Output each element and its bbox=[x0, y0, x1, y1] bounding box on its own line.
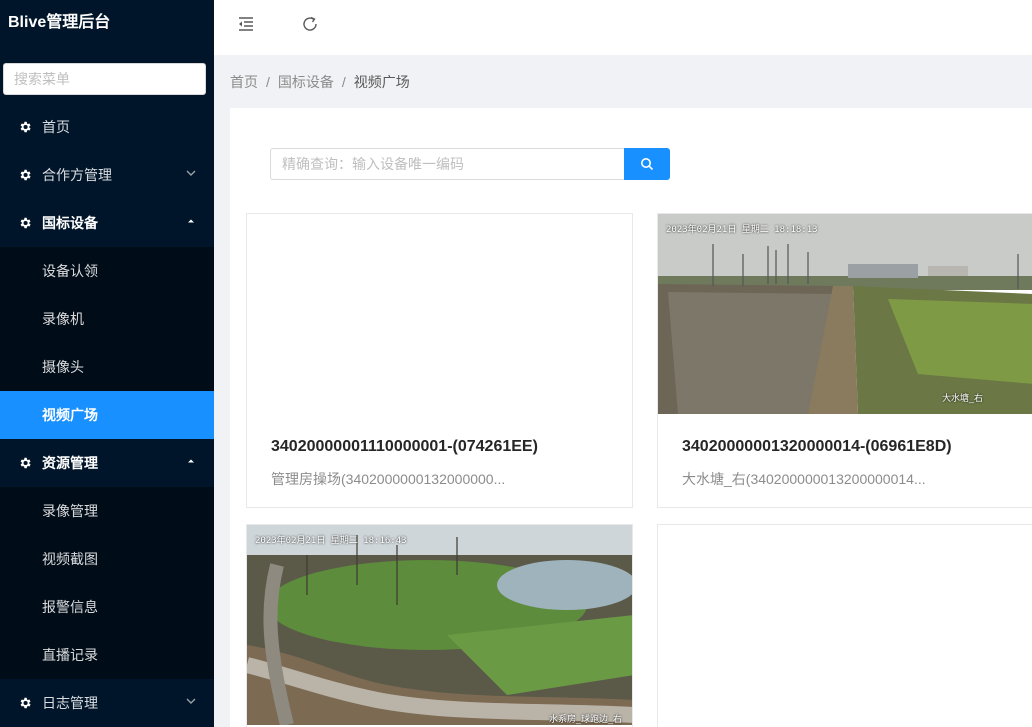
card-description: 大水塘_右(340200000013200000014... bbox=[682, 471, 926, 487]
video-thumbnail: 2023年02月21日 星期二 18:16:43 水系房_球跑边_右 bbox=[247, 525, 632, 725]
sidebar-item-label: 国标设备 bbox=[42, 215, 98, 231]
menu-search-input[interactable]: 搜索菜单 bbox=[3, 63, 206, 95]
sidebar-item-gb-device[interactable]: 国标设备 bbox=[0, 199, 214, 247]
chevron-up-icon bbox=[188, 219, 194, 223]
card-title: 34020000001110000001-(074261EE) bbox=[271, 438, 538, 455]
breadcrumb-separator: / bbox=[341, 74, 346, 90]
video-timestamp: 2023年02月21日 星期二 18:16:43 bbox=[255, 536, 407, 546]
gear-icon bbox=[20, 697, 31, 709]
search-icon bbox=[641, 158, 654, 171]
chevron-down-icon bbox=[186, 698, 196, 704]
submenu-resources: 录像管理 视频截图 报警信息 直播记录 bbox=[0, 487, 214, 679]
sidebar-item-partner[interactable]: 合作方管理 bbox=[0, 151, 214, 199]
sidebar-item-resources[interactable]: 资源管理 bbox=[0, 439, 214, 487]
sidebar-item-live-records[interactable]: 直播记录 bbox=[0, 631, 214, 679]
sidebar-item-label: 合作方管理 bbox=[42, 167, 112, 183]
video-timestamp: 2023年02月21日 星期二 18:18:13 bbox=[666, 225, 818, 235]
breadcrumb-current: 视频广场 bbox=[353, 74, 410, 90]
video-thumbnail-empty bbox=[658, 525, 1032, 725]
device-code-search-input[interactable]: 精确查询：输入设备唯一编码 bbox=[270, 148, 625, 180]
sidebar-item-screenshots[interactable]: 视频截图 bbox=[0, 535, 214, 583]
gear-icon bbox=[20, 457, 31, 469]
card-title: 34020000001320000014-(06961E8D) bbox=[682, 438, 952, 455]
chevron-down-icon bbox=[186, 170, 196, 176]
sidebar-item-label: 日志管理 bbox=[42, 695, 98, 711]
sidebar-item-recorder[interactable]: 录像机 bbox=[0, 295, 214, 343]
gear-icon bbox=[20, 169, 31, 181]
search-button[interactable] bbox=[624, 148, 670, 180]
submenu-gb-device: 设备认领 录像机 摄像头 视频广场 bbox=[0, 247, 214, 439]
menu-fold-icon[interactable] bbox=[237, 15, 255, 33]
sidebar-item-device-claim[interactable]: 设备认领 bbox=[0, 247, 214, 295]
video-card[interactable]: 34020000001110000001-(074261EE) 管理房操场(34… bbox=[246, 213, 633, 508]
refresh-icon[interactable] bbox=[301, 15, 319, 33]
sidebar-item-label: 首页 bbox=[42, 119, 70, 135]
gear-icon bbox=[20, 121, 31, 133]
video-card[interactable]: 2023年02月21日 星期二 18:16:43 水系房_球跑边_右 bbox=[246, 524, 633, 727]
breadcrumb-gb-device[interactable]: 国标设备 bbox=[278, 72, 334, 92]
sidebar-item-home[interactable]: 首页 bbox=[0, 103, 214, 151]
sidebar-item-recordings[interactable]: 录像管理 bbox=[0, 487, 214, 535]
camera-label: 大水塘_右 bbox=[941, 393, 983, 403]
sidebar-item-camera[interactable]: 摄像头 bbox=[0, 343, 214, 391]
top-header bbox=[214, 0, 1032, 55]
sidebar-item-alarms[interactable]: 报警信息 bbox=[0, 583, 214, 631]
video-thumbnail: 2023年02月21日 星期二 18:18:13 大水塘_右 bbox=[658, 214, 1032, 414]
sidebar-menu: 首页 合作方管理 国标设备 设备认领 录像机 摄像头 视频广场 资源管理 录像管… bbox=[0, 103, 214, 727]
breadcrumb-home[interactable]: 首页 bbox=[230, 72, 258, 92]
gear-icon bbox=[20, 217, 31, 229]
breadcrumb: 首页 / 国标设备 / 视频广场 bbox=[230, 72, 410, 92]
main-content: 精确查询：输入设备唯一编码 34020000001110000001-(0742… bbox=[230, 108, 1032, 727]
video-thumbnail-empty bbox=[247, 214, 632, 414]
chevron-up-icon bbox=[188, 459, 194, 463]
sidebar: Blive管理后台 搜索菜单 首页 合作方管理 国标设备 设备认领 录像机 摄像… bbox=[0, 0, 214, 727]
camera-snapshot-image bbox=[247, 525, 632, 725]
video-card[interactable] bbox=[657, 524, 1032, 727]
app-title: Blive管理后台 bbox=[8, 14, 111, 31]
sidebar-item-video-square[interactable]: 视频广场 bbox=[0, 391, 214, 439]
sidebar-item-label: 资源管理 bbox=[42, 455, 98, 471]
card-description: 管理房操场(3402000000132000000... bbox=[271, 471, 506, 487]
breadcrumb-separator: / bbox=[266, 74, 270, 90]
video-card[interactable]: 2023年02月21日 星期二 18:18:13 大水塘_右 340200000… bbox=[657, 213, 1032, 508]
camera-snapshot-image bbox=[658, 214, 1032, 414]
sidebar-item-logs[interactable]: 日志管理 bbox=[0, 679, 214, 727]
camera-label: 水系房_球跑边_右 bbox=[548, 714, 622, 724]
